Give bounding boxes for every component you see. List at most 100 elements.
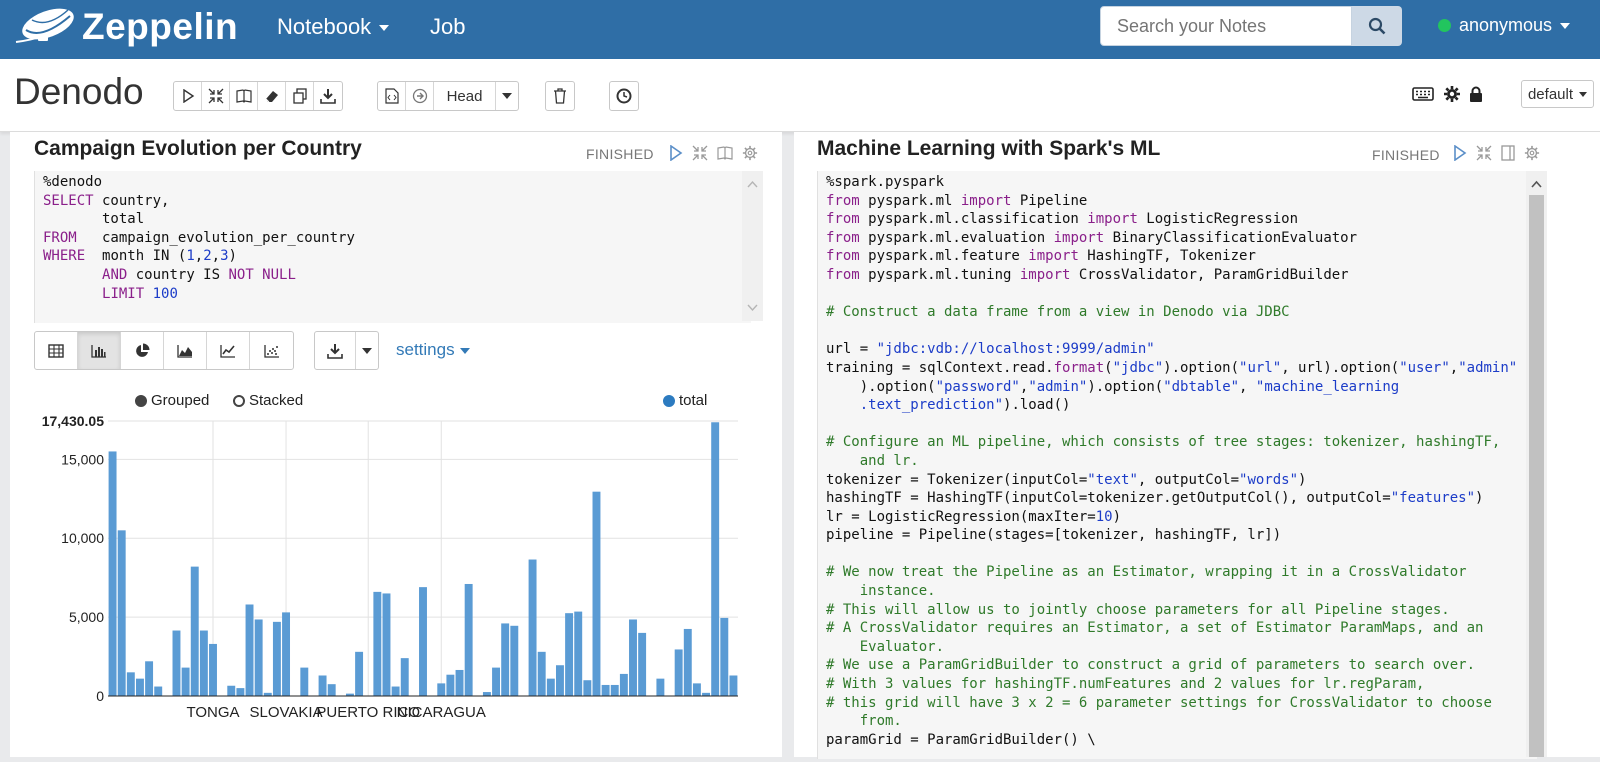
pie-chart-view-button[interactable] bbox=[121, 332, 164, 369]
code-token: HashingTF, Tokenizer bbox=[1078, 248, 1256, 265]
search-button[interactable] bbox=[1352, 6, 1402, 46]
scatter-chart-view-button[interactable] bbox=[250, 332, 293, 369]
code-token: BinaryClassificationEvaluator bbox=[1104, 229, 1358, 246]
bar-chart-view-button[interactable] bbox=[78, 332, 121, 369]
hide-code-button[interactable] bbox=[202, 82, 230, 110]
table-icon bbox=[48, 343, 64, 358]
hide-output-button[interactable] bbox=[230, 82, 258, 110]
area-chart-view-button[interactable] bbox=[164, 332, 207, 369]
bar bbox=[209, 643, 217, 696]
run-paragraph-icon[interactable] bbox=[1453, 145, 1467, 161]
code-token: ( bbox=[1104, 359, 1113, 376]
bar bbox=[227, 685, 236, 696]
code-line: %spark.pyspark bbox=[826, 173, 1537, 192]
table-view-button[interactable] bbox=[35, 332, 78, 369]
keyboard-icon[interactable] bbox=[1412, 87, 1434, 101]
gear-icon[interactable] bbox=[1443, 85, 1461, 103]
code-line: SELECT country, bbox=[43, 192, 751, 211]
code-line: Evaluator. bbox=[826, 638, 1537, 657]
compare-revisions-button[interactable] bbox=[406, 82, 434, 110]
paragraph-title[interactable]: Machine Learning with Spark's ML bbox=[817, 137, 1160, 161]
code-token: from bbox=[826, 192, 860, 209]
bar bbox=[565, 613, 574, 696]
code-token: import bbox=[1087, 211, 1138, 228]
code-line: # We use a ParamGridBuilder to construct… bbox=[826, 656, 1537, 675]
user-menu[interactable]: anonymous bbox=[1438, 15, 1571, 36]
code-line: instance. bbox=[826, 582, 1537, 601]
bar bbox=[154, 686, 163, 696]
notebook-title[interactable]: Denodo bbox=[14, 71, 144, 113]
code-editor[interactable]: %denodo SELECT country, total FROM campaig… bbox=[34, 171, 751, 323]
brand[interactable]: Zeppelin bbox=[12, 6, 238, 48]
chart-settings-link[interactable]: settings bbox=[396, 340, 470, 360]
code-line: LIMIT 100 bbox=[43, 285, 751, 304]
code-token: Pipeline bbox=[1011, 192, 1088, 209]
code-line: WHERE month IN (1,2,3) bbox=[43, 247, 751, 266]
notebook-menu[interactable]: Notebook bbox=[277, 14, 390, 40]
job-link[interactable]: Job bbox=[430, 14, 465, 40]
code-line: from pyspark.ml.evaluation import Binary… bbox=[826, 229, 1537, 248]
code-line: from pyspark.ml.feature import HashingTF… bbox=[826, 247, 1537, 266]
code-token: from. bbox=[826, 713, 902, 730]
gear-icon[interactable] bbox=[1524, 145, 1540, 161]
code-token: pyspark.ml bbox=[859, 192, 961, 209]
delete-notebook-button[interactable] bbox=[546, 82, 574, 110]
code-token: hashingTF = HashingTF(inputCol=tokenizer… bbox=[826, 490, 1391, 507]
commit-button[interactable] bbox=[378, 82, 406, 110]
book-icon[interactable] bbox=[717, 145, 733, 161]
paragraph-title[interactable]: Campaign Evolution per Country bbox=[34, 137, 362, 161]
code-token: import bbox=[960, 192, 1012, 209]
code-line: # Configure an ML pipeline, which consis… bbox=[826, 433, 1537, 452]
gear-icon[interactable] bbox=[742, 145, 758, 161]
clone-notebook-button[interactable] bbox=[286, 82, 314, 110]
paragraph-controls bbox=[1453, 145, 1549, 161]
download-icon bbox=[327, 343, 343, 359]
interpreter-select[interactable]: default bbox=[1521, 80, 1594, 108]
bar bbox=[619, 673, 628, 696]
run-paragraph-icon[interactable] bbox=[669, 145, 683, 161]
code-line: pipeline = Pipeline(stages=[tokenizer, h… bbox=[826, 526, 1537, 545]
collapse-icon[interactable] bbox=[692, 145, 708, 161]
search-input[interactable] bbox=[1100, 6, 1352, 46]
bar bbox=[419, 587, 427, 696]
code-token: , bbox=[194, 248, 204, 265]
run-all-button[interactable] bbox=[174, 82, 202, 110]
download-icon bbox=[320, 88, 336, 104]
bar bbox=[135, 678, 144, 696]
output-panel-icon[interactable] bbox=[1501, 145, 1515, 161]
editor-scrollbar[interactable] bbox=[742, 171, 763, 321]
code-token: format bbox=[1053, 359, 1105, 376]
code-token: 2 bbox=[203, 248, 212, 265]
bar bbox=[464, 583, 473, 696]
revision-select[interactable]: Head bbox=[434, 82, 496, 110]
export-notebook-button[interactable] bbox=[314, 82, 342, 110]
code-token: , bbox=[1239, 378, 1256, 395]
line-chart-view-button[interactable] bbox=[207, 332, 250, 369]
lock-icon[interactable] bbox=[1469, 86, 1483, 103]
code-token: from bbox=[826, 211, 860, 228]
code-line: # With 3 values for hashingTF.numFeature… bbox=[826, 675, 1537, 694]
code-token: AND bbox=[102, 266, 128, 283]
bar bbox=[236, 688, 245, 696]
code-line: paramGrid = ParamGridBuilder() \ bbox=[826, 731, 1537, 750]
scatter-chart-icon bbox=[263, 344, 280, 358]
paragraph-controls bbox=[669, 145, 767, 161]
version-controls: Head bbox=[377, 81, 519, 111]
revision-dropdown[interactable] bbox=[496, 82, 518, 110]
bar bbox=[674, 649, 683, 696]
code-editor[interactable]: %spark.pyspark from pyspark.ml import Pip… bbox=[817, 171, 1537, 759]
editor-scrollbar[interactable] bbox=[1526, 171, 1547, 757]
scheduler-button[interactable] bbox=[610, 82, 638, 110]
code-line: # Construct a data frame from a view in … bbox=[826, 303, 1537, 322]
clear-output-button[interactable] bbox=[258, 82, 286, 110]
download-data-button[interactable] bbox=[315, 332, 356, 369]
code-token: # A CrossValidator requires an Estimator… bbox=[826, 620, 1484, 637]
download-format-dropdown[interactable] bbox=[356, 332, 378, 369]
code-token: pipeline = Pipeline(stages=[tokenizer, h… bbox=[826, 527, 1282, 544]
code-token: "text" bbox=[1087, 471, 1138, 488]
code-token: and lr. bbox=[826, 452, 919, 469]
series-dot-icon bbox=[663, 394, 675, 407]
chevron-down-icon bbox=[1579, 91, 1588, 97]
collapse-icon[interactable] bbox=[1476, 145, 1492, 161]
